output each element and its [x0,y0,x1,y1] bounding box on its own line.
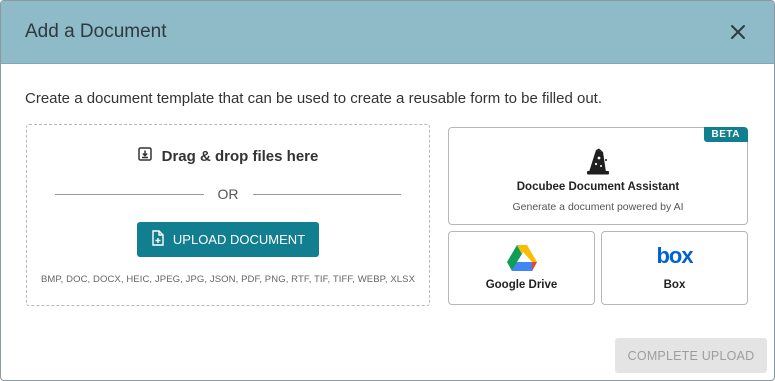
divider-line-right [252,193,401,195]
dialog-title: Add a Document [25,21,167,42]
wizard-hat-icon [585,148,611,181]
file-dropzone[interactable]: Drag & drop files here OR UPLOAD DOCUMEN… [26,124,430,306]
beta-badge: BETA [703,127,748,142]
box-logo-icon: box [656,243,693,268]
box-name: Box [663,279,686,291]
divider-line-left [55,193,204,195]
dropzone-title-text: Drag & drop files here [161,147,319,165]
upload-document-label: UPLOAD DOCUMENT [172,232,306,247]
assistant-subtitle: Generate a document powered by AI [512,201,684,213]
supported-formats: BMP, DOC, DOCX, HEIC, JPEG, JPG, JSON, P… [40,274,416,285]
dropzone-title: Drag & drop files here [27,147,429,165]
upload-document-button[interactable]: UPLOAD DOCUMENT [137,222,319,257]
or-divider: OR [55,186,401,202]
docubee-assistant-card[interactable]: BETA Docubee Document Assistant Generate… [448,127,748,225]
close-icon[interactable] [726,20,750,44]
complete-upload-button[interactable]: COMPLETE UPLOAD [615,338,767,373]
or-text: OR [217,186,239,202]
google-drive-name: Google Drive [485,279,558,291]
dialog-header: Add a Document [1,1,774,64]
google-drive-card[interactable]: Google Drive [448,231,595,305]
file-add-icon [151,230,165,249]
dialog-description: Create a document template that can be u… [25,90,603,107]
box-card[interactable]: box Box [601,231,748,305]
download-icon [137,147,152,165]
add-document-dialog: Add a Document Create a document templat… [0,0,775,381]
assistant-name: Docubee Document Assistant [516,181,680,193]
google-drive-icon [506,244,538,277]
